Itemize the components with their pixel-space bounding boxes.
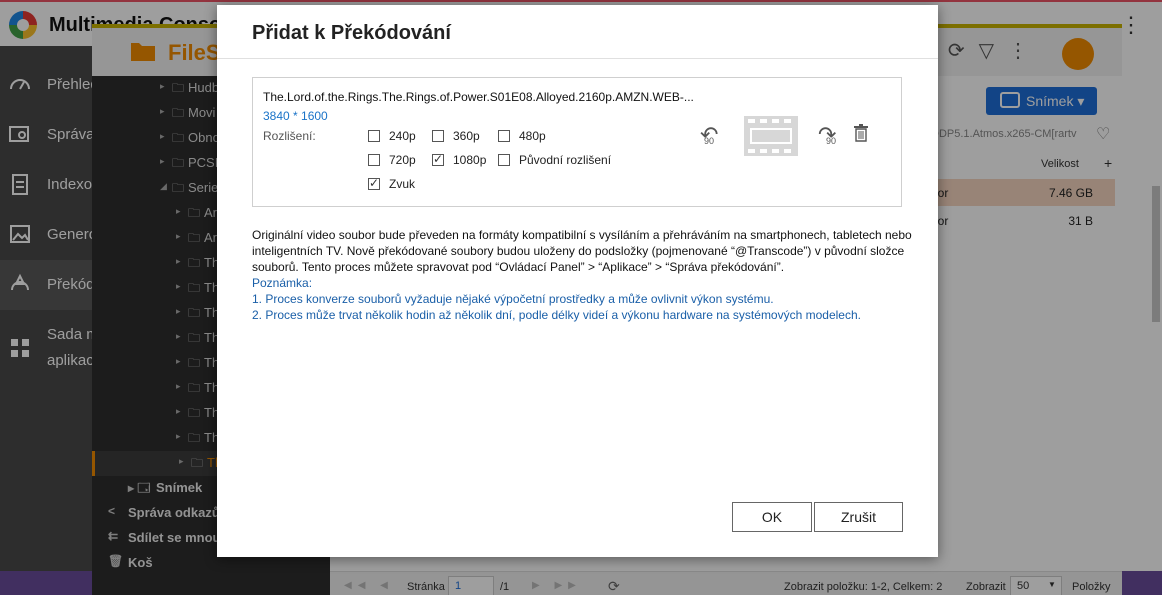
checkbox[interactable]	[432, 152, 444, 166]
file-item-box: The.Lord.of.the.Rings.The.Rings.of.Power…	[252, 77, 902, 207]
add-transcode-dialog: Přidat k Překódování The.Lord.of.the.Rin…	[217, 5, 938, 557]
video-thumbnail	[744, 116, 798, 156]
cancel-button[interactable]: Zrušit	[814, 502, 903, 532]
rotate-left-value: 90	[704, 136, 715, 146]
checkbox[interactable]	[368, 130, 380, 142]
checkbox[interactable]	[432, 130, 444, 142]
checkbox[interactable]	[498, 130, 510, 142]
option-label: 1080p	[453, 153, 487, 167]
checkbox[interactable]	[368, 176, 380, 190]
film-frame-icon	[750, 128, 792, 144]
file-name: The.Lord.of.the.Rings.The.Rings.of.Power…	[263, 90, 694, 104]
dialog-title: Přidat k Překódování	[252, 22, 451, 44]
note-item: 2. Proces může trvat několik hodin až ně…	[252, 308, 861, 322]
divider	[217, 58, 938, 59]
option-label: 720p	[389, 153, 416, 167]
resolution-label: Rozlišení:	[263, 129, 316, 143]
ok-button[interactable]: OK	[732, 502, 812, 532]
note-title: Poznámka:	[252, 276, 313, 290]
rotate-right-value: 90	[826, 136, 837, 146]
checkbox[interactable]	[368, 154, 380, 166]
checkbox[interactable]	[498, 154, 510, 166]
option-label: 360p	[453, 129, 480, 143]
note-item: 1. Proces konverze souborů vyžaduje něja…	[252, 292, 774, 306]
option-label: Zvuk	[389, 177, 416, 191]
option-label: 480p	[519, 129, 546, 143]
description-text: Originální video soubor bude převeden na…	[252, 228, 912, 274]
file-resolution: 3840 * 1600	[263, 109, 328, 123]
option-label: 240p	[389, 129, 416, 143]
trash-icon[interactable]	[853, 124, 869, 142]
option-label: Původní rozlišení	[519, 153, 612, 167]
